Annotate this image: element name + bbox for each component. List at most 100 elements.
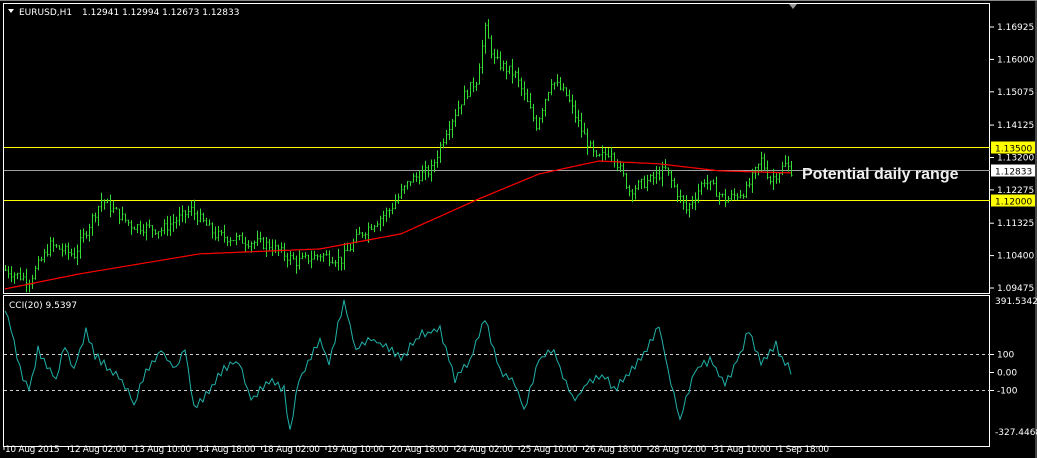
price-bar <box>394 194 397 210</box>
symbol-title: EURUSD,H1 <box>19 8 72 18</box>
price-bar <box>634 185 637 200</box>
price-bar <box>778 172 781 184</box>
price-bar <box>10 266 13 283</box>
price-bar <box>616 159 619 172</box>
main-chart-frame <box>3 3 990 294</box>
price-bar <box>538 117 541 130</box>
price-bar <box>31 274 34 289</box>
price-bar <box>682 195 685 210</box>
chart-shift-marker-icon[interactable] <box>789 4 797 9</box>
price-bar <box>88 223 91 242</box>
price-bar <box>151 225 154 238</box>
price-bar <box>709 180 712 191</box>
price-bar <box>385 207 388 222</box>
price-bar <box>22 272 25 281</box>
price-bar <box>790 160 793 177</box>
price-bar <box>706 174 709 190</box>
price-bar <box>685 195 688 214</box>
price-bar <box>7 266 10 279</box>
price-bar <box>727 196 730 203</box>
price-bar <box>52 237 55 252</box>
price-bar <box>625 172 628 189</box>
price-bar <box>415 172 418 182</box>
price-bar <box>427 165 430 178</box>
price-tick-label: 1.11325 <box>997 219 1034 229</box>
price-bar <box>136 224 139 233</box>
price-bar <box>319 254 322 262</box>
time-label: 18 Aug 02:00 <box>263 445 321 455</box>
price-bar <box>589 140 592 147</box>
price-bar <box>454 109 457 127</box>
price-tick-label: 1.15075 <box>997 88 1034 98</box>
price-bar <box>754 166 757 180</box>
price-bar <box>694 192 697 211</box>
price-bar <box>439 142 442 163</box>
price-bar <box>100 192 103 212</box>
price-bar <box>58 245 61 250</box>
price-tick-label: 1.13200 <box>997 154 1034 164</box>
price-bar <box>745 181 748 199</box>
price-bar <box>466 89 469 100</box>
price-bar <box>316 254 319 261</box>
price-bar <box>85 231 88 239</box>
price-bar <box>253 240 256 250</box>
time-label: 31 Aug 10:00 <box>713 445 771 455</box>
price-bar <box>241 232 244 244</box>
price-bar <box>688 202 691 218</box>
price-bar <box>304 252 307 259</box>
price-bar <box>358 226 361 235</box>
price-bar <box>607 147 610 158</box>
price-tick-label: 1.12275 <box>997 186 1034 196</box>
price-bar <box>406 180 409 190</box>
price-bar <box>613 152 616 168</box>
price-bar <box>655 166 658 184</box>
price-bar <box>226 236 229 246</box>
price-bar <box>532 103 535 122</box>
price-bar <box>412 173 415 183</box>
price-bar <box>748 177 751 188</box>
price-bar <box>262 236 265 250</box>
price-bar <box>733 188 736 200</box>
price-bar <box>691 196 694 210</box>
price-bar <box>646 174 649 192</box>
price-bar <box>160 227 163 237</box>
price-bar <box>247 240 250 249</box>
price-bar <box>190 200 193 216</box>
price-bar <box>175 216 178 229</box>
price-bar <box>523 81 526 101</box>
price-bar <box>286 252 289 268</box>
price-bar <box>478 63 481 85</box>
price-bar <box>565 87 568 97</box>
price-bar <box>757 163 760 176</box>
price-bar <box>526 88 529 103</box>
price-bar <box>514 70 517 78</box>
price-bar <box>301 252 304 260</box>
price-bar <box>436 150 439 168</box>
price-bar <box>568 89 571 103</box>
time-label: 28 Aug 02:00 <box>649 445 707 455</box>
price-bar <box>184 210 187 224</box>
dropdown-triangle-icon[interactable] <box>8 9 14 13</box>
price-bar <box>673 177 676 188</box>
price-bar <box>595 150 598 158</box>
price-bar <box>529 92 532 109</box>
price-bar <box>271 239 274 256</box>
price-bar <box>787 156 790 172</box>
trading-chart[interactable]: 1.135001.120001.128331.169251.160001.150… <box>0 0 1037 458</box>
price-bar <box>643 175 646 189</box>
price-bar <box>328 250 331 267</box>
price-bar <box>73 247 76 259</box>
price-bar <box>742 193 745 199</box>
price-bar <box>640 178 643 190</box>
price-bar <box>442 138 445 149</box>
price-bar <box>139 220 142 235</box>
price-bar <box>541 108 544 123</box>
price-bar <box>769 175 772 185</box>
price-bar <box>508 65 511 75</box>
ohlc-values: 1.12941 1.12994 1.12673 1.12833 <box>82 8 239 18</box>
price-bar <box>280 242 283 253</box>
price-bar <box>361 231 364 238</box>
price-bar <box>121 206 124 221</box>
price-bar <box>493 48 496 65</box>
current-price-label: 1.12833 <box>995 168 1032 178</box>
